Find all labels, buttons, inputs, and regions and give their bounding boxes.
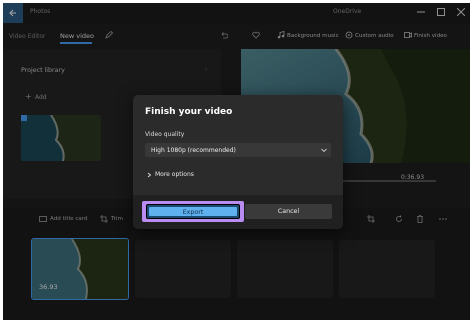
more-options-toggle[interactable]: More options [155, 171, 194, 178]
cancel-button[interactable]: Cancel [245, 204, 332, 219]
photos-app-window: Photos OneDrive Video Editor New video B… [3, 3, 470, 320]
chevron-right-icon [147, 172, 152, 178]
export-button[interactable]: Export [146, 204, 240, 219]
finish-video-dialog: Finish your video Video quality High 108… [133, 95, 343, 229]
video-quality-value: High 1080p (recommended) [151, 147, 236, 154]
video-quality-dropdown[interactable]: High 1080p (recommended) [145, 143, 331, 157]
dialog-footer: Export Cancel [133, 195, 343, 229]
dialog-title: Finish your video [145, 107, 233, 117]
chevron-down-icon [321, 148, 327, 153]
video-quality-label: Video quality [145, 131, 185, 138]
export-button-label: Export [182, 209, 204, 216]
